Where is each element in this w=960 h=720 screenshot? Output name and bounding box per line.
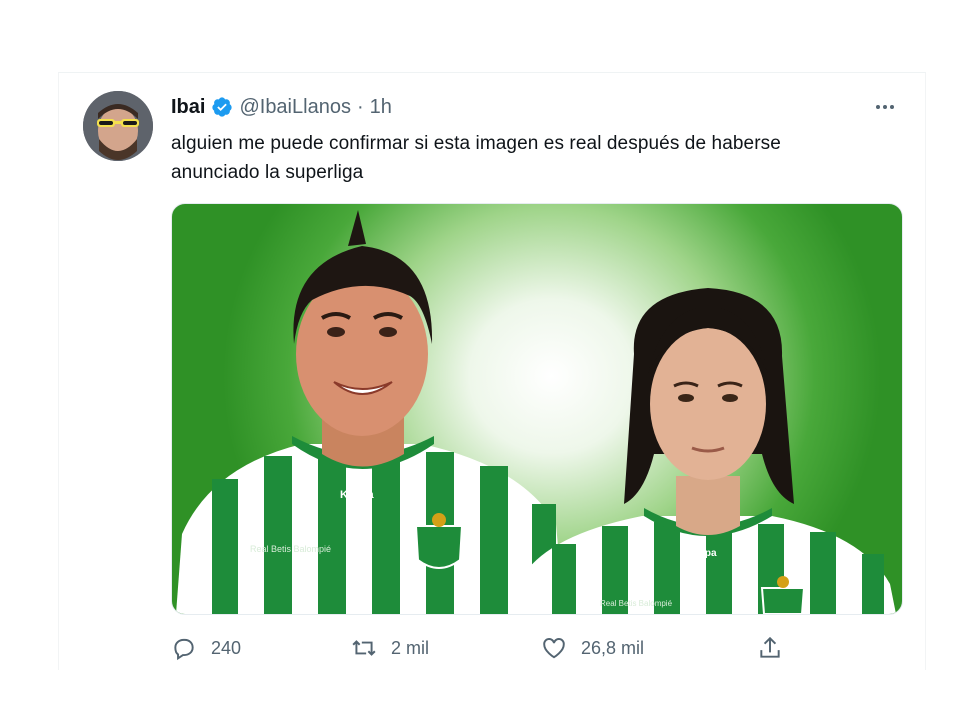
tweet-text: alguien me puede confirmar si esta image… <box>171 129 891 187</box>
kit-brand-left: Kappa <box>340 489 375 501</box>
more-options-icon[interactable] <box>871 95 899 119</box>
tweet-header: Ibai @IbaiLlanos · 1h <box>171 95 392 119</box>
handle[interactable]: @IbaiLlanos <box>239 95 350 119</box>
tweet-card[interactable]: Ibai @IbaiLlanos · 1h alguien me puede c… <box>58 72 926 670</box>
sponsor-right: Real Betis Balompié <box>600 599 673 608</box>
retweet-count: 2 mil <box>391 637 430 658</box>
player-right: Kappa Real Betis Balompié <box>520 288 896 614</box>
sponsor-left: Real Betis Balompié <box>250 544 331 554</box>
tweet-text-line-2: anunciado la superliga <box>171 162 364 183</box>
tweet-text-line-1: alguien me puede confirmar si esta image… <box>171 133 781 154</box>
avatar[interactable] <box>83 91 153 161</box>
tweet-actions: 240 2 mil 26,8 mil <box>171 635 791 665</box>
retweet-button[interactable]: 2 mil <box>351 635 429 661</box>
share-icon <box>760 636 780 658</box>
like-icon <box>543 638 565 659</box>
display-name[interactable]: Ibai <box>171 95 205 119</box>
like-count: 26,8 mil <box>581 637 645 658</box>
media-illustration: Kappa Real Betis Balompié Kappa Real Bet… <box>176 210 896 614</box>
player-left: Kappa Real Betis Balompié <box>176 210 564 614</box>
like-button[interactable]: 26,8 mil <box>541 635 644 661</box>
avatar-image <box>83 91 153 161</box>
reply-count: 240 <box>211 637 242 658</box>
separator-dot: · <box>356 96 364 118</box>
kit-brand-right: Kappa <box>686 548 717 559</box>
timestamp[interactable]: 1h <box>370 95 392 119</box>
retweet-icon <box>352 640 376 656</box>
tweet-media-image[interactable]: Kappa Real Betis Balompié Kappa Real Bet… <box>171 203 903 615</box>
verified-icon <box>211 96 233 118</box>
share-button[interactable] <box>757 635 783 661</box>
reply-button[interactable]: 240 <box>171 635 241 661</box>
reply-icon <box>174 638 194 661</box>
